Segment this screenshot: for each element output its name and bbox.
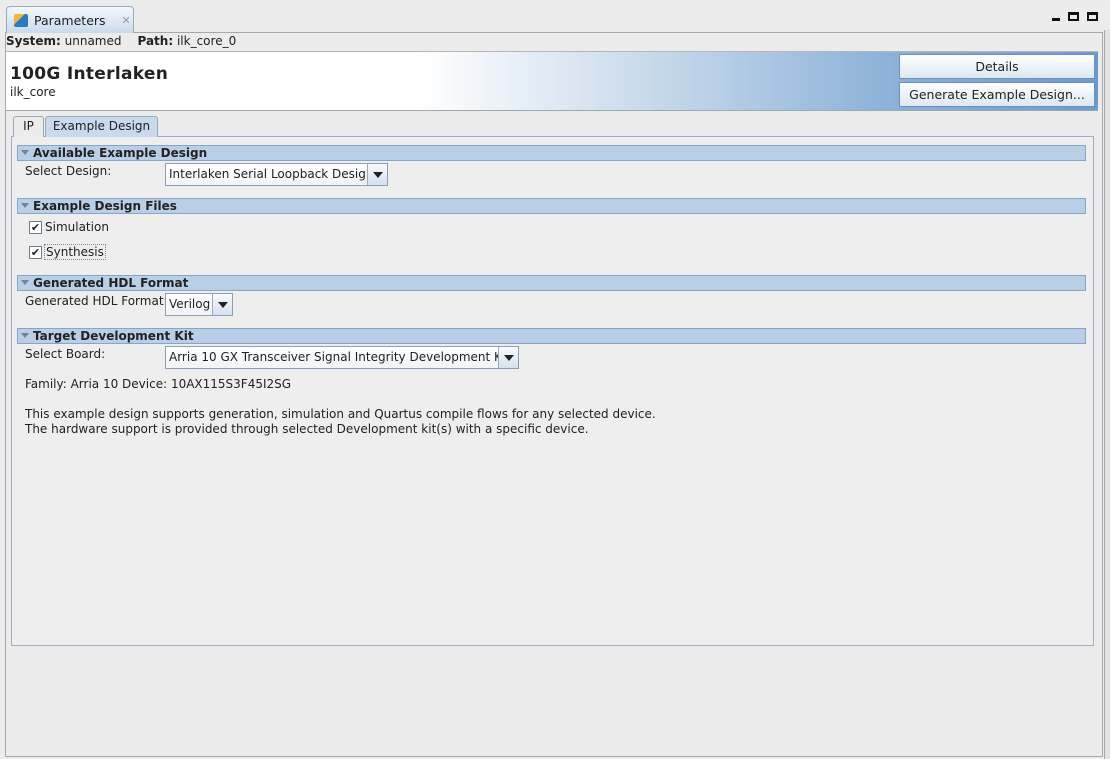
parameters-icon xyxy=(14,13,28,27)
tab-ip[interactable]: IP xyxy=(13,116,44,137)
select-board-label: Select Board: xyxy=(25,347,106,361)
details-button[interactable]: Details xyxy=(899,54,1095,79)
restore-icon[interactable] xyxy=(1068,12,1079,21)
hdl-format-dropdown[interactable]: Verilog xyxy=(165,293,233,316)
system-value: unnamed xyxy=(64,34,122,48)
collapse-icon xyxy=(21,150,29,155)
window-controls xyxy=(1052,12,1098,21)
description-line-2: The hardware support is provided through… xyxy=(25,422,589,436)
collapse-icon xyxy=(21,333,29,338)
system-path-bar: System: unnamed Path: ilk_core_0 xyxy=(6,34,236,50)
select-design-label: Select Design: xyxy=(25,164,112,178)
simulation-label: Simulation xyxy=(45,220,109,234)
section-title: Available Example Design xyxy=(33,146,208,160)
ip-subtitle: ilk_core xyxy=(10,85,56,99)
section-available-example-design[interactable]: Available Example Design xyxy=(17,145,1086,161)
close-icon[interactable]: ✕ xyxy=(122,14,131,27)
maximize-icon[interactable] xyxy=(1087,12,1098,21)
section-title: Example Design Files xyxy=(33,199,177,213)
scrollbar[interactable] xyxy=(1104,30,1110,759)
select-design-dropdown[interactable]: Interlaken Serial Loopback Design xyxy=(165,163,388,186)
section-title: Generated HDL Format xyxy=(33,276,189,290)
generate-example-design-button[interactable]: Generate Example Design... xyxy=(899,82,1095,107)
section-example-design-files[interactable]: Example Design Files xyxy=(17,198,1086,214)
collapse-icon xyxy=(21,280,29,285)
chevron-down-icon[interactable] xyxy=(367,164,387,185)
ip-title: 100G Interlaken xyxy=(10,64,169,84)
tab-example-design[interactable]: Example Design xyxy=(45,116,158,137)
simulation-checkbox[interactable]: ✔ xyxy=(29,221,42,234)
select-board-value: Arria 10 GX Transceiver Signal Integrity… xyxy=(166,347,498,368)
view-tab-bar xyxy=(5,6,1103,33)
hdl-format-label: Generated HDL Format: xyxy=(25,294,168,308)
chevron-down-icon[interactable] xyxy=(212,294,232,315)
select-board-dropdown[interactable]: Arria 10 GX Transceiver Signal Integrity… xyxy=(165,346,519,369)
collapse-icon xyxy=(21,203,29,208)
parameters-view-tab[interactable]: Parameters ✕ xyxy=(6,6,134,33)
chevron-down-icon[interactable] xyxy=(498,347,518,368)
path-value: ilk_core_0 xyxy=(176,34,237,48)
synthesis-checkbox[interactable]: ✔ xyxy=(29,246,42,259)
description-line-1: This example design supports generation,… xyxy=(25,407,656,421)
select-design-value: Interlaken Serial Loopback Design xyxy=(166,164,367,185)
hdl-format-value: Verilog xyxy=(166,294,212,315)
minimize-icon[interactable] xyxy=(1052,18,1060,21)
section-title: Target Development Kit xyxy=(33,329,194,343)
path-label: Path: xyxy=(137,34,174,48)
parameters-tab-label: Parameters xyxy=(34,12,106,28)
system-label: System: xyxy=(6,34,61,48)
synthesis-label: Synthesis xyxy=(44,244,106,260)
section-target-development-kit[interactable]: Target Development Kit xyxy=(17,328,1086,344)
section-generated-hdl-format[interactable]: Generated HDL Format xyxy=(17,275,1086,291)
device-info: Family: Arria 10 Device: 10AX115S3F45I2S… xyxy=(25,377,292,391)
